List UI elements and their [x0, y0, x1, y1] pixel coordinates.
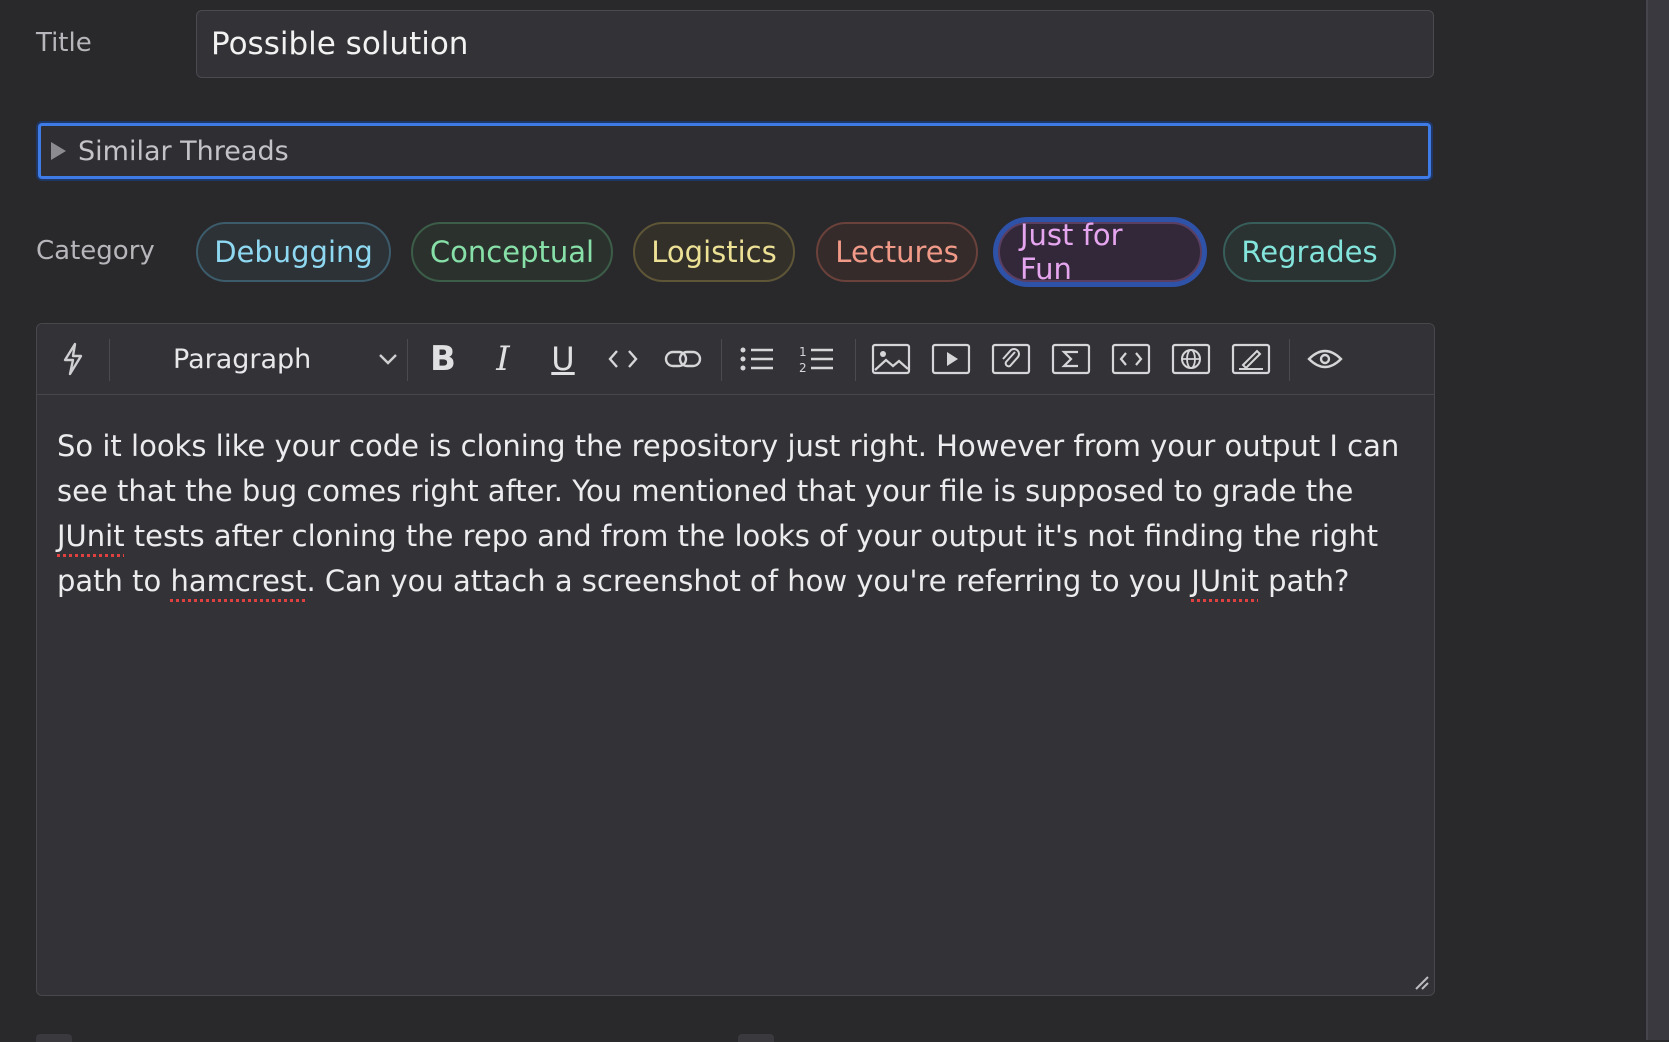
- editor-toolbar: Paragraph B I U 12: [37, 324, 1434, 395]
- web-embed-icon[interactable]: [1171, 339, 1211, 379]
- toolbar-divider: [721, 339, 722, 381]
- underline-icon[interactable]: U: [543, 339, 583, 379]
- preview-eye-icon[interactable]: [1305, 339, 1345, 379]
- block-format-value: Paragraph: [173, 343, 312, 375]
- body-text-segment: So it looks like your code is cloning th…: [57, 429, 1400, 508]
- misspelled-word: hamcrest: [170, 564, 307, 598]
- inline-code-icon[interactable]: [603, 339, 643, 379]
- video-icon[interactable]: [931, 339, 971, 379]
- attachment-icon[interactable]: [991, 339, 1031, 379]
- title-label: Title: [36, 28, 92, 58]
- italic-icon[interactable]: I: [483, 339, 523, 379]
- svg-text:1: 1: [799, 345, 807, 359]
- title-input[interactable]: Possible solution: [196, 10, 1434, 78]
- image-icon[interactable]: [871, 339, 911, 379]
- lightning-icon[interactable]: [53, 339, 93, 379]
- category-pill-debugging[interactable]: Debugging: [196, 222, 391, 282]
- bottom-control-edge: [738, 1034, 774, 1042]
- editor-body[interactable]: So it looks like your code is cloning th…: [57, 424, 1422, 604]
- misspelled-word: JUnit: [57, 519, 125, 553]
- category-pill-just-for-fun[interactable]: Just for Fun: [998, 218, 1202, 286]
- link-icon[interactable]: [663, 339, 703, 379]
- scrollbar-track[interactable]: [1646, 0, 1669, 1040]
- code-block-icon[interactable]: [1111, 339, 1151, 379]
- body-text-segment: path?: [1258, 564, 1350, 598]
- resize-handle-icon[interactable]: [1412, 973, 1430, 991]
- body-text-segment: . Can you attach a screenshot of how you…: [306, 564, 1192, 598]
- misspelled-word: JUnit: [1191, 564, 1259, 598]
- category-pill-conceptual[interactable]: Conceptual: [411, 222, 613, 282]
- rich-text-editor: Paragraph B I U 12 So it looks like your…: [36, 323, 1435, 996]
- drawing-icon[interactable]: [1231, 339, 1271, 379]
- bottom-control-edge: [36, 1034, 72, 1042]
- numbered-list-icon[interactable]: 12: [797, 339, 837, 379]
- similar-threads-label: Similar Threads: [78, 135, 289, 167]
- category-pill-regrades[interactable]: Regrades: [1223, 222, 1396, 282]
- toolbar-divider: [109, 339, 110, 381]
- bold-icon[interactable]: B: [423, 339, 463, 379]
- math-icon[interactable]: [1051, 339, 1091, 379]
- category-pill-logistics[interactable]: Logistics: [633, 222, 795, 282]
- similar-threads-toggle[interactable]: Similar Threads: [38, 123, 1431, 179]
- toolbar-divider: [407, 339, 408, 381]
- post-editor-page: Title Possible solution Similar Threads …: [0, 0, 1646, 1042]
- bulleted-list-icon[interactable]: [737, 339, 777, 379]
- category-label: Category: [36, 236, 155, 266]
- svg-text:2: 2: [799, 361, 807, 374]
- toolbar-divider: [855, 339, 856, 381]
- chevron-down-icon: [379, 354, 397, 365]
- toolbar-divider: [1289, 339, 1290, 381]
- category-pill-lectures[interactable]: Lectures: [816, 222, 978, 282]
- expand-triangle-icon: [51, 142, 66, 160]
- block-format-select[interactable]: Paragraph: [137, 336, 427, 382]
